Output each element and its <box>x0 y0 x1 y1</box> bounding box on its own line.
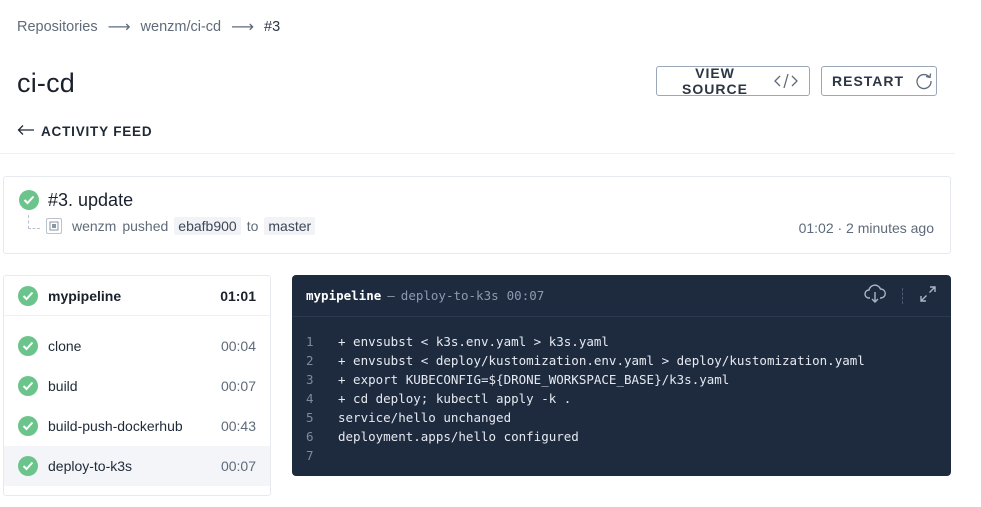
line-text: + envsubst < deploy/kustomization.env.ya… <box>338 353 865 368</box>
log-line: 3 + export KUBECONFIG=${DRONE_WORKSPACE_B… <box>292 370 951 389</box>
line-text: deployment.apps/hello configured <box>338 429 579 444</box>
step-name: build <box>48 378 78 394</box>
check-circle-icon <box>18 285 38 306</box>
step-duration: 00:43 <box>220 418 256 434</box>
check-circle-icon <box>19 190 39 210</box>
log-line: 5 service/hello unchanged <box>292 408 951 427</box>
breadcrumb-separator: ⟶ <box>231 19 255 36</box>
pipeline-duration: 01:01 <box>220 287 256 304</box>
line-text: + envsubst < k3s.env.yaml > k3s.yaml <box>338 334 609 349</box>
build-title: #3. update <box>48 190 134 210</box>
pipeline-name: mypipeline <box>48 287 122 304</box>
log-console: mypipeline — deploy-to-k3s 00:07 1 + envs… <box>292 275 951 476</box>
build-action: pushed <box>122 218 169 234</box>
line-text: service/hello unchanged <box>338 410 512 425</box>
line-number: 2 <box>306 353 314 368</box>
tree-connector <box>28 215 40 229</box>
breadcrumb-separator: ⟶ <box>107 19 131 36</box>
log-output: 1 + envsubst < k3s.env.yaml > k3s.yaml 2 +… <box>292 317 951 465</box>
pipeline-header[interactable]: mypipeline 01:01 <box>4 276 270 316</box>
arrow-left-icon <box>17 124 35 139</box>
step-name: clone <box>48 338 82 354</box>
build-author: wenzm <box>72 218 117 234</box>
avatar <box>46 218 62 234</box>
breadcrumb-repo[interactable]: wenzm/ci-cd <box>141 19 222 35</box>
log-line: 1 + envsubst < k3s.env.yaml > k3s.yaml <box>292 332 951 351</box>
log-line: 6 deployment.apps/hello configured <box>292 427 951 446</box>
check-circle-icon <box>18 416 38 436</box>
expand-icon[interactable] <box>919 285 937 306</box>
check-circle-icon <box>18 336 38 356</box>
step-build[interactable]: build 00:07 <box>4 366 270 406</box>
divider <box>0 153 955 154</box>
breadcrumb-build: #3 <box>264 19 281 35</box>
step-clone[interactable]: clone 00:04 <box>4 326 270 366</box>
activity-feed-label: ACTIVITY FEED <box>41 124 153 139</box>
log-line: 7 <box>292 446 951 465</box>
console-step-name: deploy-to-k3s <box>400 288 499 303</box>
step-duration: 00:04 <box>220 338 256 354</box>
line-text: + cd deploy; kubectl apply -k . <box>338 391 572 406</box>
branch-name[interactable]: master <box>264 217 316 235</box>
restart-button[interactable]: RESTART <box>821 66 937 96</box>
activity-feed-link[interactable]: ACTIVITY FEED <box>17 124 152 139</box>
log-line: 4 + cd deploy; kubectl apply -k . <box>292 389 951 408</box>
step-name: deploy-to-k3s <box>48 458 133 474</box>
line-number: 1 <box>306 334 314 349</box>
build-duration-age: 01:02 · 2 minutes ago <box>798 220 934 236</box>
console-step-duration: 00:07 <box>506 288 545 303</box>
line-number: 6 <box>306 429 314 444</box>
step-duration: 00:07 <box>220 378 256 394</box>
code-icon <box>773 72 799 90</box>
step-duration: 00:07 <box>220 458 256 474</box>
line-text: + export KUBECONFIG=${DRONE_WORKSPACE_BA… <box>338 372 730 387</box>
commit-sha[interactable]: ebafb900 <box>174 217 241 235</box>
cloud-download-icon[interactable] <box>864 284 886 307</box>
breadcrumb-repositories[interactable]: Repositories <box>17 19 98 35</box>
console-header: mypipeline — deploy-to-k3s 00:07 <box>292 275 951 317</box>
restart-icon <box>914 71 934 91</box>
restart-label: RESTART <box>832 73 905 89</box>
build-summary-card: #3. update wenzm pushed ebafb900 to mast… <box>3 176 951 254</box>
console-pipeline-name: mypipeline <box>306 288 382 303</box>
pipeline-steps-panel: mypipeline 01:01 clone 00:04 build 00:07… <box>3 275 271 496</box>
page-title: ci-cd <box>17 68 76 98</box>
build-to-word: to <box>246 218 259 234</box>
build-meta: wenzm pushed ebafb900 to master <box>28 215 316 235</box>
console-separator: — <box>387 288 395 303</box>
divider <box>902 287 903 304</box>
step-deploy-to-k3s[interactable]: deploy-to-k3s 00:07 <box>4 446 270 486</box>
line-number: 3 <box>306 372 314 387</box>
breadcrumb: Repositories ⟶ wenzm/ci-cd ⟶ #3 <box>17 17 280 37</box>
check-circle-icon <box>18 376 38 396</box>
step-build-push-dockerhub[interactable]: build-push-dockerhub 00:43 <box>4 406 270 446</box>
check-circle-icon <box>18 456 38 476</box>
line-number: 4 <box>306 391 314 406</box>
line-number: 5 <box>306 410 314 425</box>
view-source-label: VIEW SOURCE <box>682 65 748 97</box>
view-source-button[interactable]: VIEW SOURCE <box>656 65 810 97</box>
line-number: 7 <box>306 448 314 463</box>
step-name: build-push-dockerhub <box>48 418 183 434</box>
log-line: 2 + envsubst < deploy/kustomization.env.y… <box>292 351 951 370</box>
